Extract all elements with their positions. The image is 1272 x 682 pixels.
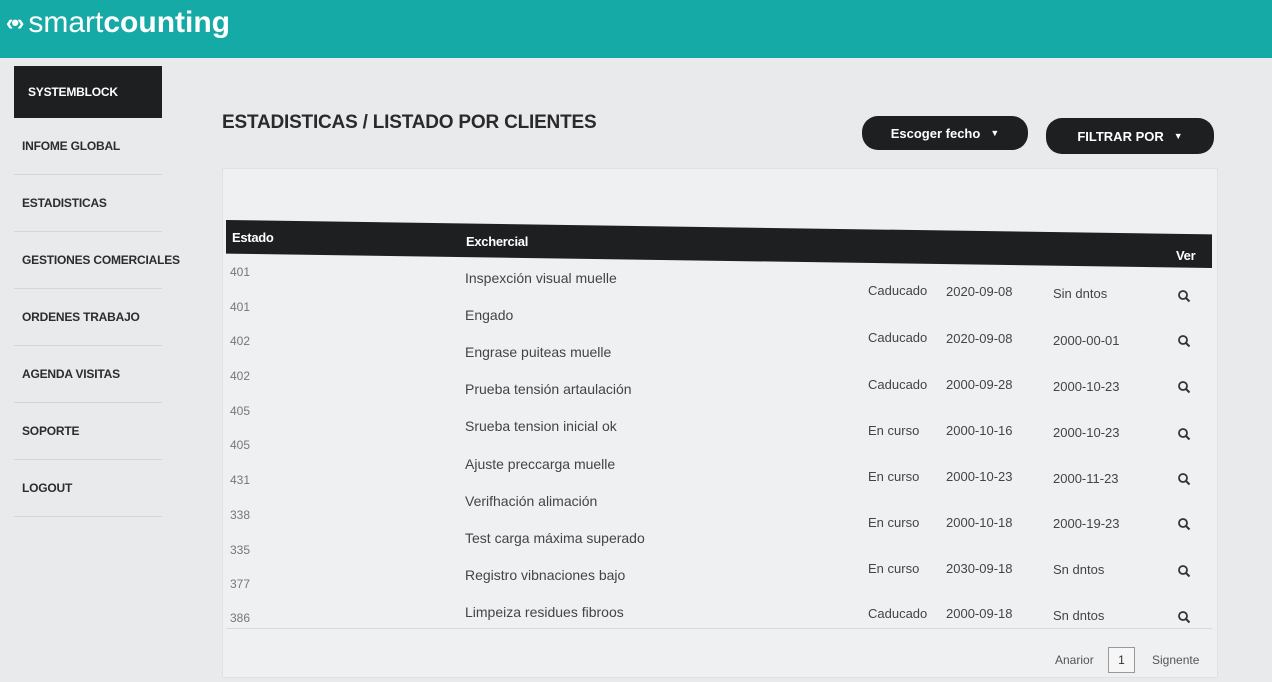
exchercial-cell: Test carga máxima superado [465,530,645,546]
filter-by-label: FILTRAR POR [1077,128,1164,144]
status-cell: En curso [868,515,920,530]
top-bar: ‹•› smart counting [0,0,1272,58]
exchercial-cell: Srueba tension inicial ok [465,418,617,434]
status-cell: Caducado [868,606,928,621]
search-icon[interactable] [1177,517,1191,531]
date-start-cell: 2020-09-08 [946,284,1013,299]
page-title: ESTADISTICAS / LISTADO POR CLIENTES [222,112,597,133]
search-icon[interactable] [1177,427,1191,441]
date-end-cell: Sn dntos [1053,608,1105,623]
status-cell: En curso [868,469,920,484]
exchercial-cell: Registro vibnaciones bajo [465,567,626,583]
estado-cell: 401 [230,265,251,279]
date-start-cell: 2000-10-16 [946,423,1013,438]
estado-cell: 377 [230,577,251,591]
logo-text-bold: counting [103,6,230,39]
exchercial-cell: Engrase puiteas muelle [465,344,612,360]
sidebar-item-estadisticas[interactable]: ESTADISTICAS [14,175,162,232]
pagination-current-page[interactable]: 1 [1108,647,1135,673]
date-end-cell: 2000-11-23 [1053,471,1119,486]
sidebar: SYSTEMBLOCK INFOME GLOBAL ESTADISTICAS G… [14,66,180,517]
exchercial-cell: Prueba tensión artaulación [465,381,632,397]
pagination-prev[interactable]: Anarior [1055,653,1094,667]
status-cell: Caducado [868,283,928,298]
search-icon[interactable] [1177,610,1191,624]
column-header-ver: Ver [1176,248,1196,263]
date-end-cell: 2000-19-23 [1053,516,1120,531]
date-end-cell: 2000-10-23 [1053,379,1120,394]
sidebar-item-gestiones-comerciales[interactable]: GESTIONES COMERCIALES [14,232,180,289]
choose-date-button[interactable]: Escoger fecho ▼ [862,116,1028,150]
estado-cell: 405 [230,404,251,418]
status-cell: Caducado [868,330,928,345]
estado-cell: 402 [230,334,251,348]
exchercial-cell: Inspexción visual muelle [465,270,617,286]
date-start-cell: 2000-09-28 [946,377,1013,392]
sidebar-item-soporte[interactable]: SOPORTE [14,403,162,460]
date-start-cell: 2030-09-18 [946,561,1013,576]
date-end-cell: 2000-10-23 [1053,425,1120,440]
choose-date-label: Escoger fecho [890,125,981,141]
search-icon[interactable] [1177,564,1191,578]
pagination-next[interactable]: Signente [1152,653,1199,667]
estado-cell: 402 [230,369,251,383]
exchercial-cell: Verifhación alimación [465,493,598,509]
status-cell: En curso [868,423,920,438]
date-start-cell: 2000-10-18 [946,515,1013,530]
logo-mark-icon: ‹•› [6,10,24,35]
sidebar-item-infome-global[interactable]: INFOME GLOBAL [14,118,162,175]
logo-text-light: smart [28,6,104,39]
status-cell: En curso [868,561,920,576]
exchercial-cell: Limpeiza residues fibroos [465,604,624,620]
sidebar-item-logout[interactable]: LOGOUT [14,460,162,517]
date-end-cell: Sn dntos [1053,562,1105,577]
date-start-cell: 2020-09-08 [946,331,1013,346]
sidebar-item-systemblock[interactable]: SYSTEMBLOCK [14,66,162,118]
table-bottom-divider [226,628,1212,629]
sidebar-item-ordenes-trabajo[interactable]: ORDENES TRABAJO [14,289,162,346]
estado-cell: 431 [230,473,251,487]
exchercial-cell: Ajuste preccarga muelle [465,456,616,472]
date-start-cell: 2000-10-23 [946,469,1013,484]
estado-cell: 386 [230,611,251,625]
filter-by-button[interactable]: FILTRAR POR ▼ [1046,118,1214,154]
caret-down-icon: ▼ [1173,131,1183,141]
column-header-estado[interactable]: Estado [232,230,274,245]
search-icon[interactable] [1177,289,1191,303]
status-cell: Caducado [868,377,928,392]
date-end-cell: Sin dntos [1053,286,1108,301]
estado-cell: 401 [230,300,251,314]
date-end-cell: 2000-00-01 [1053,333,1120,348]
search-icon[interactable] [1177,472,1191,486]
search-icon[interactable] [1177,380,1191,394]
estado-cell: 405 [230,438,251,452]
caret-down-icon: ▼ [990,128,1000,138]
sidebar-item-agenda-visitas[interactable]: AGENDA VISITAS [14,346,162,403]
exchercial-cell: Engado [465,307,514,323]
estado-cell: 338 [230,508,251,522]
search-icon[interactable] [1177,334,1191,348]
estado-cell: 335 [230,543,251,557]
app-logo[interactable]: ‹•› smart counting [6,6,230,40]
date-start-cell: 2000-09-18 [946,606,1013,621]
column-header-exchercial[interactable]: Exchercial [466,234,528,249]
